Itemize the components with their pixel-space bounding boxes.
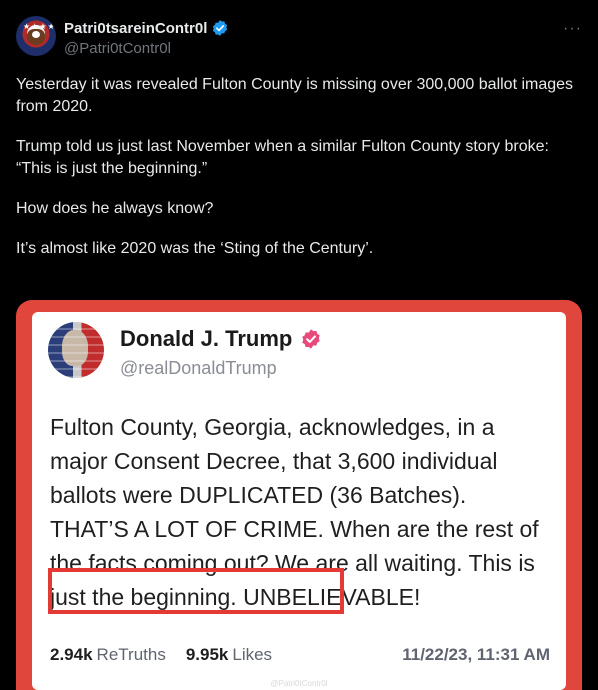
- post-paragraph: Yesterday it was revealed Fulton County …: [16, 76, 574, 115]
- more-options-icon[interactable]: ···: [563, 20, 582, 38]
- retruths-count: 2.94k: [50, 645, 93, 664]
- verified-badge-icon[interactable]: [211, 19, 229, 37]
- post-paragraph: It’s almost like 2020 was the ‘Sting of …: [16, 240, 374, 257]
- post-paragraph: How does he always know?: [16, 200, 214, 217]
- retruths-stat: 2.94k ReTruths: [50, 645, 166, 665]
- display-name-row: Patri0tsareinContr0l: [64, 18, 229, 38]
- post-text: Yesterday it was revealed Fulton County …: [16, 74, 576, 260]
- author-display-name[interactable]: Patri0tsareinContr0l: [64, 20, 207, 37]
- likes-stat: 9.95k Likes: [186, 645, 272, 665]
- embedded-author-name: Donald J. Trump: [120, 326, 293, 351]
- author-handle[interactable]: @Patri0tContr0l: [64, 40, 229, 57]
- post-media-image[interactable]: Donald J. Trump @realDonaldTrump Fulton …: [16, 300, 582, 690]
- embedded-truth-card: Donald J. Trump @realDonaldTrump Fulton …: [32, 312, 566, 690]
- truth-verified-icon: [302, 329, 321, 349]
- embedded-author-handle: @realDonaldTrump: [120, 358, 277, 378]
- embedded-name-row: Donald J. Trump: [120, 326, 322, 352]
- embedded-date: 11/22/23, 11:31 AM: [402, 645, 550, 664]
- red-highlight-box: [48, 568, 344, 614]
- post-header: ★★★★ Patri0tsareinContr0l @Patri0tContr0…: [16, 16, 582, 60]
- retruths-label: ReTruths: [96, 645, 166, 664]
- embedded-stats: 2.94k ReTruths 9.95k Likes 11/22/23, 11:31…: [50, 645, 550, 665]
- likes-count: 9.95k: [185, 645, 229, 664]
- watermark: @Patri0tContr0l: [270, 679, 328, 688]
- embedded-avatar: [48, 322, 104, 378]
- likes-label: Likes: [232, 645, 273, 664]
- eagle-icon: [27, 29, 45, 45]
- author-names: Patri0tsareinContr0l @Patri0tContr0l: [64, 18, 229, 57]
- author-avatar[interactable]: ★★★★: [16, 16, 56, 56]
- post-paragraph: Trump told us just last November when a …: [16, 138, 549, 177]
